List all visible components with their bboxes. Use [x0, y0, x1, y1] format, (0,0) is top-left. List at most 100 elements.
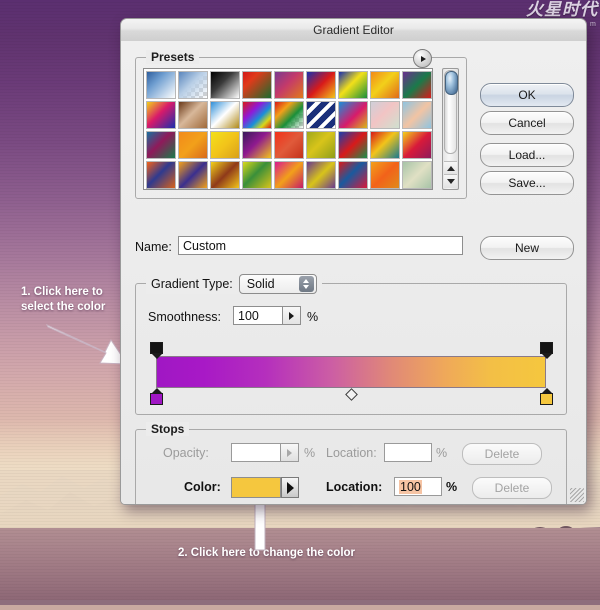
preset-swatch[interactable]	[370, 101, 400, 129]
presets-list[interactable]	[143, 68, 433, 190]
preset-swatch[interactable]	[402, 101, 432, 129]
diamond-handle-icon[interactable]	[345, 388, 358, 401]
smoothness-input[interactable]: 100	[233, 306, 283, 325]
preset-swatch[interactable]	[402, 161, 432, 189]
gradient-preview-area	[148, 342, 554, 404]
ok-button[interactable]: OK	[480, 83, 574, 107]
preset-swatch[interactable]	[146, 161, 176, 189]
preset-swatch[interactable]	[402, 131, 432, 159]
presets-grid	[144, 69, 432, 190]
preset-swatch[interactable]	[210, 71, 240, 99]
gradient-type-value: Solid	[247, 277, 275, 291]
gradient-type-row: Gradient Type: Solid	[146, 274, 322, 294]
smoothness-popup-button[interactable]	[283, 306, 301, 325]
preset-swatch[interactable]	[370, 71, 400, 99]
dialog-titlebar[interactable]: Gradient Editor	[121, 19, 586, 42]
opacity-delete-button[interactable]: Delete	[462, 443, 542, 465]
preset-swatch[interactable]	[210, 131, 240, 159]
preset-swatch[interactable]	[306, 131, 336, 159]
new-button[interactable]: New	[480, 236, 574, 260]
preset-swatch[interactable]	[178, 101, 208, 129]
opacity-input[interactable]	[231, 443, 281, 462]
preset-swatch[interactable]	[146, 131, 176, 159]
preset-swatch[interactable]	[146, 101, 176, 129]
smoothness-unit: %	[307, 310, 318, 324]
opacity-popup-button[interactable]	[281, 443, 299, 462]
color-label: Color:	[184, 480, 221, 494]
preset-swatch[interactable]	[274, 71, 304, 99]
gradient-type-group: Gradient Type: Solid Smoothness: 100 %	[135, 283, 567, 415]
preset-swatch[interactable]	[178, 161, 208, 189]
preset-swatch[interactable]	[178, 71, 208, 99]
preset-swatch[interactable]	[306, 161, 336, 189]
preset-swatch[interactable]	[178, 131, 208, 159]
gradient-type-label: Gradient Type:	[151, 277, 233, 291]
annotation-step-1: 1. Click here to select the color	[21, 285, 126, 315]
color-location-unit: %	[446, 480, 457, 494]
scrollbar-knob	[445, 71, 458, 95]
presets-legend: Presets	[146, 50, 199, 64]
preset-swatch[interactable]	[274, 161, 304, 189]
opacity-location-label: Location:	[326, 446, 377, 460]
color-location-input[interactable]: 100	[394, 477, 442, 496]
color-location-label: Location:	[326, 480, 382, 494]
dialog-title: Gradient Editor	[313, 23, 394, 37]
gradient-preview-bar[interactable]	[156, 356, 546, 388]
preset-swatch[interactable]	[274, 101, 304, 129]
color-popup-button[interactable]	[281, 477, 299, 498]
scrollbar-thumb[interactable]	[444, 70, 457, 154]
stops-group: Stops Opacity: % Location: % Delete Colo…	[135, 429, 567, 505]
presets-scrollbar[interactable]	[442, 68, 459, 190]
stops-legend: Stops	[146, 422, 189, 436]
gradient-type-select[interactable]: Solid	[239, 274, 317, 294]
dialog-body: Presets OK Cancel Load...	[121, 41, 586, 504]
presets-menu-button[interactable]	[413, 49, 432, 68]
preset-swatch[interactable]	[338, 101, 368, 129]
preset-swatch[interactable]	[338, 161, 368, 189]
preset-swatch[interactable]	[146, 71, 176, 99]
preset-swatch[interactable]	[338, 131, 368, 159]
triangle-right-filled-icon	[287, 482, 294, 494]
caret-up-icon	[447, 166, 455, 171]
preset-swatch[interactable]	[370, 161, 400, 189]
triangle-right-icon	[421, 56, 426, 62]
color-delete-button[interactable]: Delete	[472, 477, 552, 499]
preset-swatch[interactable]	[306, 71, 336, 99]
preset-swatch[interactable]	[210, 101, 240, 129]
load-button[interactable]: Load...	[480, 143, 574, 167]
preset-swatch[interactable]	[242, 161, 272, 189]
save-button[interactable]: Save...	[480, 171, 574, 195]
color-stop-start[interactable]	[150, 388, 163, 404]
color-location-value: 100	[399, 480, 422, 494]
smoothness-label: Smoothness:	[148, 310, 221, 324]
preset-swatch[interactable]	[402, 71, 432, 99]
preset-swatch[interactable]	[242, 71, 272, 99]
scroll-down-button[interactable]	[444, 174, 457, 188]
preset-swatch[interactable]	[210, 161, 240, 189]
preset-swatch[interactable]	[338, 71, 368, 99]
opacity-label: Opacity:	[163, 446, 209, 460]
color-stop-end[interactable]	[540, 388, 553, 404]
preset-swatch[interactable]	[274, 131, 304, 159]
opacity-stop-end[interactable]	[540, 342, 553, 356]
preset-swatch[interactable]	[242, 101, 272, 129]
color-swatch-control[interactable]	[231, 477, 299, 498]
name-label: Name:	[135, 240, 172, 254]
field-foreground	[0, 528, 600, 600]
opacity-stop-start[interactable]	[150, 342, 163, 356]
resize-grip-icon[interactable]	[570, 488, 584, 502]
preset-swatch[interactable]	[306, 101, 336, 129]
opacity-unit: %	[304, 446, 315, 460]
scroll-up-button[interactable]	[444, 161, 457, 175]
stepper-updown-icon[interactable]	[299, 276, 314, 292]
preset-swatch[interactable]	[370, 131, 400, 159]
cancel-button[interactable]: Cancel	[480, 111, 574, 135]
gradient-editor-dialog: Gradient Editor Presets	[120, 18, 587, 505]
triangle-right-icon	[287, 449, 292, 457]
name-input[interactable]: Custom	[178, 236, 463, 255]
preset-swatch[interactable]	[242, 131, 272, 159]
annotation-arrow-1	[45, 322, 130, 367]
opacity-location-input[interactable]	[384, 443, 432, 462]
color-swatch[interactable]	[231, 477, 281, 498]
color-stop-start-swatch	[150, 393, 163, 405]
